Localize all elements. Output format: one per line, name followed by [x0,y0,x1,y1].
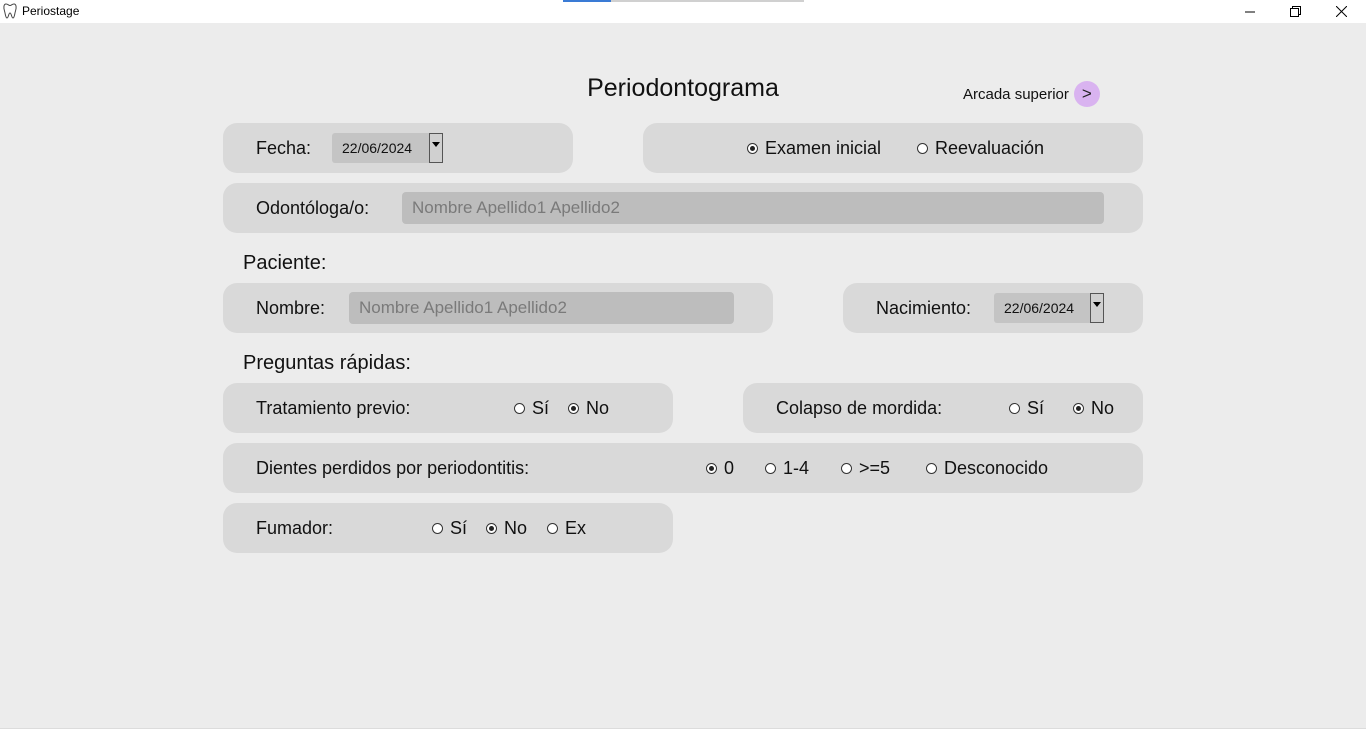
radio-dientes-5-plus[interactable]: >=5 [841,458,890,479]
chevron-down-icon [432,142,440,147]
radio-indicator [568,403,579,414]
radio-label: Sí [532,398,550,418]
close-button[interactable] [1318,0,1364,23]
radio-indicator [706,463,717,474]
radio-label: No [586,398,610,418]
radio-indicator [514,403,525,414]
radio-label: Sí [450,518,468,538]
radio-label: Reevaluación [935,138,1045,158]
restore-icon [1289,6,1301,17]
odontologa-input[interactable]: Nombre Apellido1 Apellido2 [402,192,1104,224]
active-tab-indicator [563,0,611,2]
page-title: Periodontograma [587,74,779,102]
radio-colapso-no[interactable]: No [1073,398,1114,419]
odontologa-label: Odontóloga/o: [256,198,370,218]
close-icon [1335,6,1347,17]
nacimiento-dropdown-button[interactable] [1090,293,1104,323]
nombre-input[interactable]: Nombre Apellido1 Apellido2 [349,292,734,324]
minimize-button[interactable] [1227,0,1273,23]
radio-dientes-1-4[interactable]: 1-4 [765,458,809,479]
radio-dientes-desconocido[interactable]: Desconocido [926,458,1048,479]
radio-colapso-si[interactable]: Sí [1009,398,1044,419]
radio-label: 0 [724,458,735,478]
radio-reevaluacion[interactable]: Reevaluación [917,138,1044,159]
radio-indicator [547,523,558,534]
arcada-nav: Arcada superior > [963,81,1100,107]
radio-fumador-no[interactable]: No [486,518,527,539]
colapso-label: Colapso de mordida: [776,398,943,418]
fecha-dropdown-button[interactable] [429,133,443,163]
radio-indicator [747,143,758,154]
radio-label: Sí [1027,398,1045,418]
tratamiento-label: Tratamiento previo: [256,398,411,418]
nacimiento-date-field[interactable]: 22/06/2024 [994,293,1090,323]
radio-fumador-si[interactable]: Sí [432,518,467,539]
fumador-label: Fumador: [256,518,334,538]
nacimiento-label: Nacimiento: [876,298,972,318]
radio-tratamiento-no[interactable]: No [568,398,609,419]
radio-label: >=5 [859,458,891,478]
preguntas-heading: Preguntas rápidas: [243,352,411,374]
tooth-icon [3,3,17,19]
dientes-label: Dientes perdidos por periodontitis: [256,458,530,478]
fecha-date-field[interactable]: 22/06/2024 [332,133,429,163]
exam-type-panel [643,123,1143,173]
chevron-down-icon [1093,302,1101,307]
tab-indicator [611,0,804,2]
arcada-label: Arcada superior [963,85,1069,103]
radio-label: No [1091,398,1115,418]
radio-indicator [765,463,776,474]
radio-indicator [841,463,852,474]
radio-label: Examen inicial [765,138,882,158]
minimize-icon [1245,11,1255,12]
radio-indicator [1009,403,1020,414]
radio-indicator [432,523,443,534]
title-bar: Periostage [0,0,1366,23]
nombre-label: Nombre: [256,298,326,318]
radio-examen-inicial[interactable]: Examen inicial [747,138,881,159]
window-title: Periostage [22,4,80,18]
radio-label: 1-4 [783,458,810,478]
radio-indicator [1073,403,1084,414]
fecha-label: Fecha: [256,138,312,158]
radio-dientes-0[interactable]: 0 [706,458,734,479]
radio-label: No [504,518,528,538]
radio-label: Ex [565,518,587,538]
paciente-heading: Paciente: [243,252,327,274]
radio-indicator [926,463,937,474]
radio-fumador-ex[interactable]: Ex [547,518,586,539]
next-arcada-button[interactable]: > [1073,81,1100,107]
restore-button[interactable] [1272,0,1318,23]
radio-indicator [917,143,928,154]
radio-label: Desconocido [944,458,1049,478]
radio-tratamiento-si[interactable]: Sí [514,398,549,419]
radio-indicator [486,523,497,534]
